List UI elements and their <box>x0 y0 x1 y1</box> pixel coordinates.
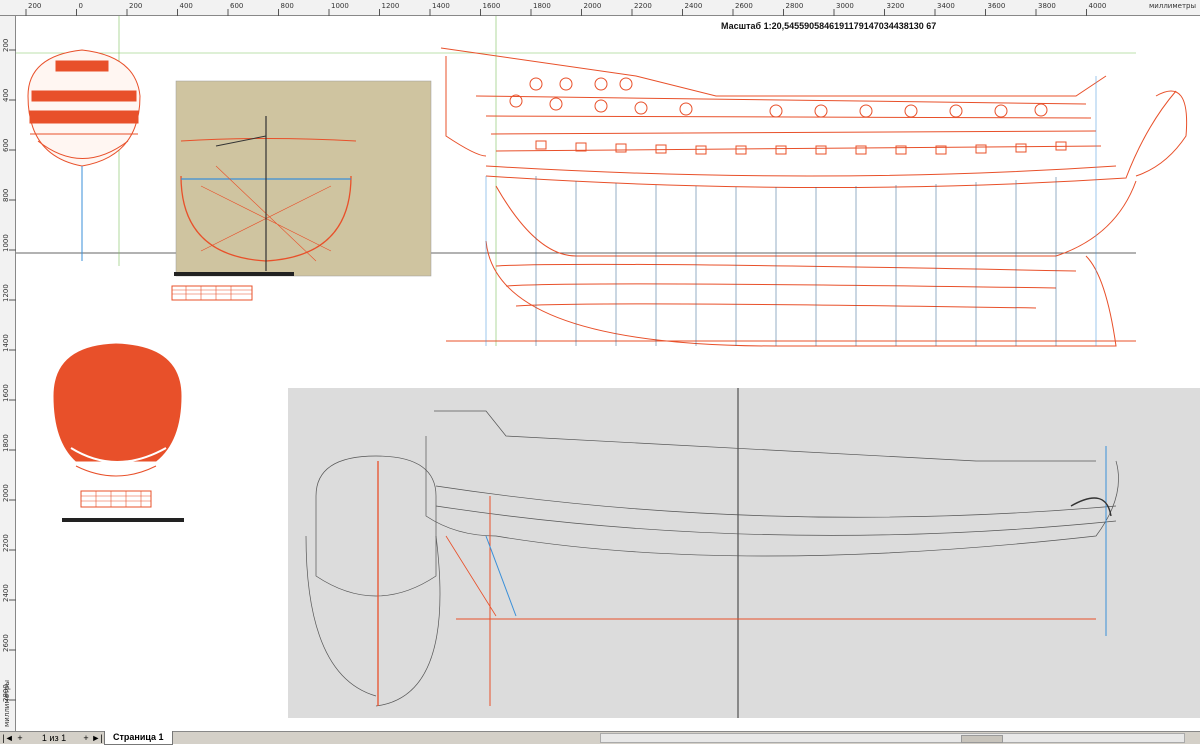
ruler-tick-label: 2400 <box>2 584 10 602</box>
ruler-tick-label: 1000 <box>2 234 10 252</box>
ruler-tick-label: 2000 <box>2 484 10 502</box>
ruler-tick-label: 400 <box>2 89 10 102</box>
ruler-tick-label: 2800 <box>786 2 804 10</box>
ruler-tick-label: 3600 <box>988 2 1006 10</box>
ruler-tick-label: 3000 <box>836 2 854 10</box>
original-ship-plan <box>288 388 1200 718</box>
hull-profile-drawing <box>440 47 1188 347</box>
ruler-tick-label: 2400 <box>685 2 703 10</box>
ruler-tick-label: 800 <box>281 2 294 10</box>
page-tab[interactable]: Страница 1 <box>104 731 173 745</box>
ruler-tick-label: 3400 <box>937 2 955 10</box>
ruler-tick-label: 2200 <box>634 2 652 10</box>
last-page-button[interactable]: ►| <box>90 732 104 744</box>
horizontal-scrollbar[interactable] <box>600 733 1185 743</box>
ruler-tick-label: 1800 <box>533 2 551 10</box>
vertical-ruler-ticks: 200 400 600 800 1000 1200 1400 1600 1800 2000 2200… <box>2 39 16 702</box>
ruler-tick-label: 600 <box>2 139 10 152</box>
ruler-tick-label: 800 <box>2 189 10 202</box>
ruler-tick-label: 1200 <box>2 284 10 302</box>
ruler-tick-label: 2600 <box>735 2 753 10</box>
ruler-tick-label: 4000 <box>1089 2 1107 10</box>
stern-elevation-top <box>27 49 141 261</box>
add-page-before-button[interactable]: + <box>14 732 26 744</box>
horizontal-ruler[interactable]: 200 0 200 400 600 800 1000 1200 1400 1600 1800 2000… <box>0 0 1200 16</box>
ruler-tick-label: 3800 <box>1038 2 1056 10</box>
ruler-tick-label: 2600 <box>2 634 10 652</box>
status-bar: |◄ + 1 из 1 + ►| Страница 1 <box>0 731 1200 745</box>
ruler-tick-label: 1200 <box>382 2 400 10</box>
ruler-tick-label: 1400 <box>432 2 450 10</box>
ruler-tick-label: 600 <box>230 2 243 10</box>
ruler-tick-label: 2200 <box>2 534 10 552</box>
vertical-ruler-unit: миллиметры <box>3 680 11 727</box>
ruler-tick-label: 1000 <box>331 2 349 10</box>
ruler-tick-label: 200 <box>2 39 10 52</box>
first-page-button[interactable]: |◄ <box>2 732 14 744</box>
ruler-tick-label: 3200 <box>887 2 905 10</box>
ruler-tick-label: 1600 <box>2 384 10 402</box>
ruler-tick-label: 200 <box>129 2 142 10</box>
horizontal-ruler-unit: миллиметры <box>1149 2 1196 10</box>
ruler-tick-label: 1400 <box>2 334 10 352</box>
drawing-layer <box>16 16 1200 718</box>
horizontal-ruler-ticks: 200 0 200 400 600 800 1000 1200 1400 1600 1800 2000… <box>25 2 1107 16</box>
ruler-tick-label: 1600 <box>483 2 501 10</box>
ruler-tick-label: 0 <box>79 2 83 10</box>
stern-decoration-drawing <box>53 343 184 522</box>
page-counter: 1 из 1 <box>41 733 67 743</box>
ruler-tick-label: 400 <box>180 2 193 10</box>
ruler-tick-label: 2000 <box>584 2 602 10</box>
ruler-tick-label: 200 <box>28 2 41 10</box>
scrollbar-thumb[interactable] <box>961 735 1003 743</box>
scale-label: Масштаб 1:20,545590584619117914703443813… <box>721 21 937 31</box>
midship-section-drawing <box>171 80 432 301</box>
drawing-canvas[interactable]: Масштаб 1:20,545590584619117914703443813… <box>16 16 1200 731</box>
vertical-ruler[interactable]: 200 400 600 800 1000 1200 1400 1600 1800 2000 2200… <box>0 16 16 731</box>
ruler-tick-label: 1800 <box>2 434 10 452</box>
